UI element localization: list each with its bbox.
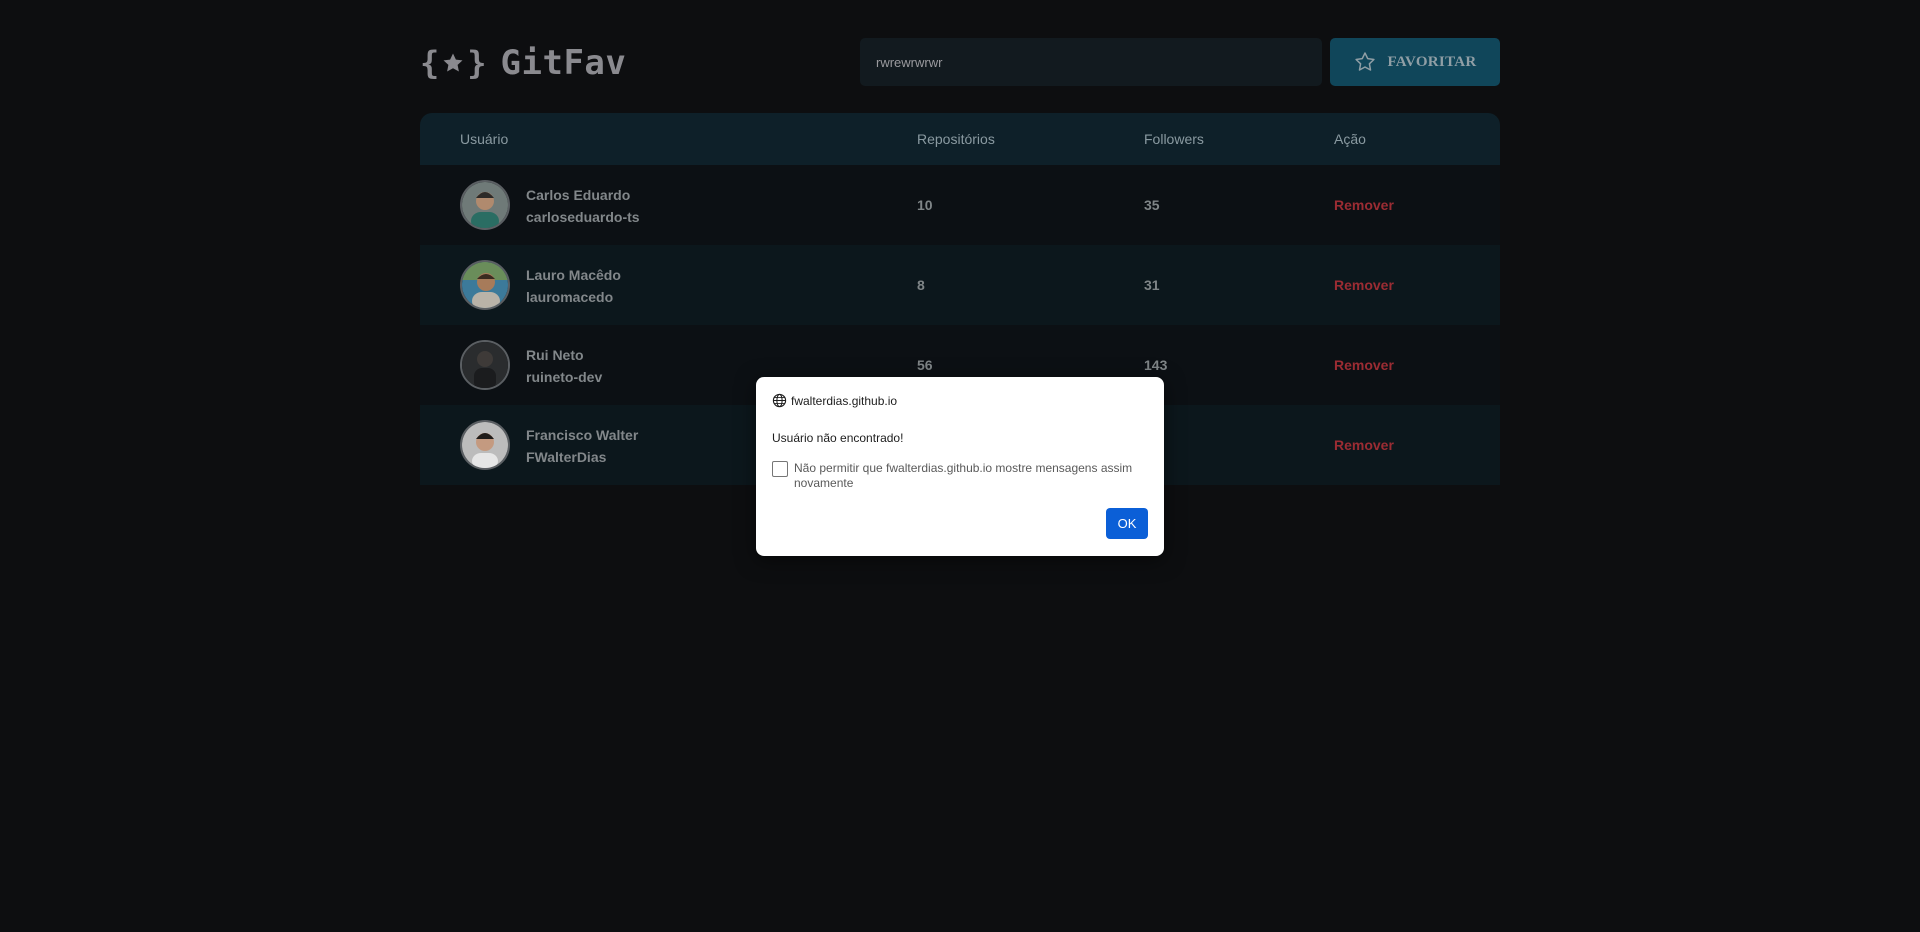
ok-button[interactable]: OK [1106,508,1148,539]
followers-count: 35 [1144,197,1160,213]
table-row: Lauro Macêdo lauromacedo 8 31 Remover [420,245,1500,325]
logo-brace-close: } [467,44,487,82]
user-login: ruineto-dev [526,369,603,385]
avatar [460,180,510,230]
dialog-origin-text: fwalterdias.github.io [791,393,898,408]
avatar [460,340,510,390]
favorite-button-label: FAVORITAR [1387,53,1477,70]
logo: { } GitFav [420,46,626,80]
dialog-message: Usuário não encontrado! [772,431,904,445]
avatar [460,260,510,310]
alert-dialog: fwalterdias.github.io Usuário não encont… [756,377,1164,556]
user-login: lauromacedo [526,289,614,305]
remove-button[interactable]: Remover [1334,197,1394,213]
logo-brace-open: { [420,44,440,82]
remove-button[interactable]: Remover [1334,357,1394,373]
remove-button[interactable]: Remover [1334,437,1394,453]
header: { } GitFav FAVORITAR [420,38,1500,88]
header-followers: Followers [1144,131,1204,147]
header-repos: Repositórios [917,131,995,147]
user-name: Rui Neto [526,347,584,363]
table-row: Carlos Eduardo carloseduardo-ts 10 35 Re… [420,165,1500,245]
user-name: Francisco Walter [526,427,639,443]
app-root: { } GitFav FAVORITAR Usuário Repositório… [0,0,1920,932]
search-input[interactable] [860,38,1322,86]
avatar [460,420,510,470]
user-name: Carlos Eduardo [526,187,631,203]
repos-count: 8 [917,277,925,293]
globe-icon [772,393,787,408]
repos-count: 56 [917,357,933,373]
repos-count: 10 [917,197,933,213]
user-name: Lauro Macêdo [526,267,621,283]
header-user: Usuário [460,131,509,147]
followers-count: 143 [1144,357,1168,373]
dialog-origin: fwalterdias.github.io [772,393,897,408]
suppress-dialogs-checkbox[interactable] [772,461,788,477]
star-icon [443,53,463,72]
followers-count: 31 [1144,277,1160,293]
user-login: carloseduardo-ts [526,209,640,225]
suppress-dialogs-label[interactable]: Não permitir que fwalterdias.github.io m… [794,461,1154,491]
remove-button[interactable]: Remover [1334,277,1394,293]
app-title: GitFav [500,43,627,83]
table-header: Usuário Repositórios Followers Ação [420,113,1500,165]
user-login: FWalterDias [526,449,607,465]
header-action: Ação [1334,131,1366,147]
favorite-button[interactable]: FAVORITAR [1330,38,1500,86]
star-outline-icon [1355,52,1376,71]
